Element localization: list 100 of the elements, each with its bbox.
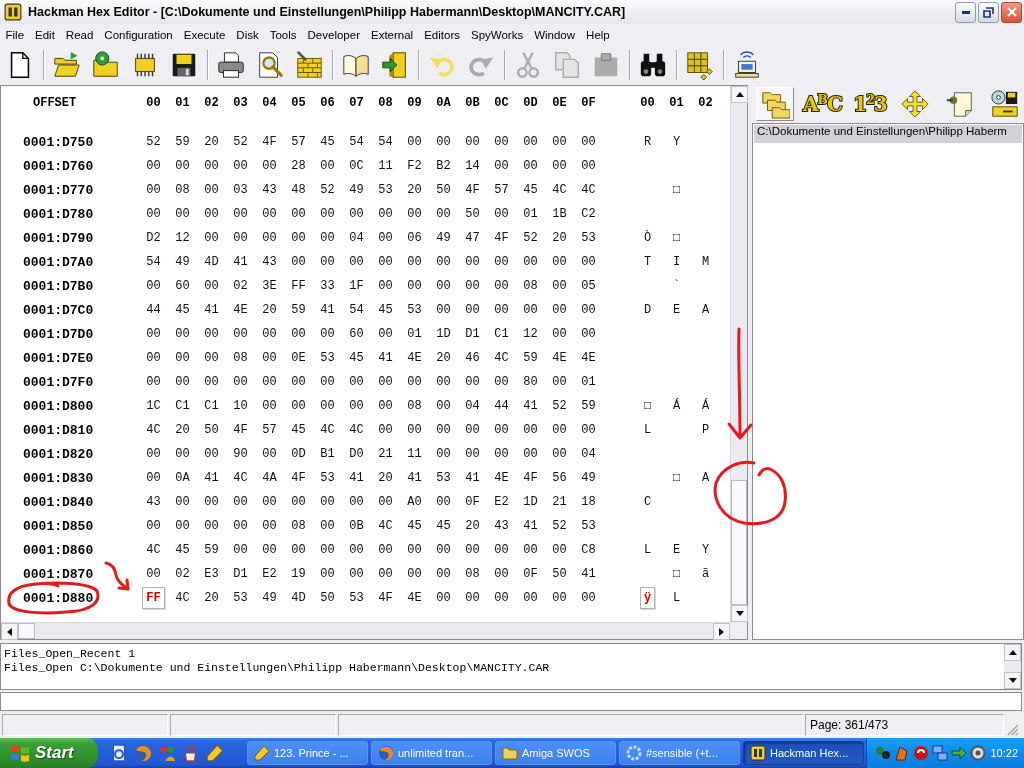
scroll-right-button[interactable] — [713, 623, 730, 640]
hex-value: 00 — [378, 207, 393, 221]
ascii-char: C — [643, 495, 652, 509]
scroll-up-button[interactable] — [731, 86, 748, 103]
start-button[interactable]: Start — [0, 738, 98, 768]
menu-item[interactable]: Help — [580, 24, 616, 45]
monitors-icon[interactable] — [932, 745, 948, 761]
disc-icon[interactable] — [913, 745, 929, 761]
hex-value: 00 — [320, 255, 335, 269]
scroll-down-button[interactable] — [731, 605, 748, 622]
hex-value: 00 — [552, 375, 567, 389]
row-offset: 0001:D880 — [23, 590, 94, 606]
pencil-icon[interactable] — [206, 744, 224, 762]
row-offset: 0001:D770 — [23, 182, 94, 198]
minimize-button[interactable] — [955, 1, 976, 23]
hex-value: 4F — [262, 135, 277, 149]
hex-value: 45 — [407, 519, 422, 533]
hex-value: 00 — [349, 495, 364, 509]
taskbar-button[interactable]: 123. Prince - ... — [247, 741, 368, 765]
hex-value: 90 — [233, 447, 248, 461]
menu-item[interactable]: Disk — [230, 24, 265, 45]
restore-button[interactable] — [978, 1, 999, 23]
globe-icon[interactable] — [134, 744, 152, 762]
status-panel: Page: 361/473 — [805, 714, 1004, 736]
hex-value: 20 — [465, 519, 480, 533]
annotation-arrow — [104, 561, 130, 591]
open-folder-icon[interactable] — [51, 50, 82, 80]
hex-value: 53 — [320, 351, 335, 365]
hex-value: C2 — [581, 207, 596, 221]
menu-item[interactable]: SpyWorks — [465, 24, 529, 45]
hex-value: 20 — [175, 423, 190, 437]
balls-icon[interactable] — [875, 745, 891, 761]
printer-icon[interactable] — [215, 50, 246, 80]
column-header: 0A — [436, 96, 451, 110]
menu-item[interactable]: Execute — [178, 24, 231, 45]
hex-value: 00 — [378, 327, 393, 341]
hex-value: 01 — [581, 375, 596, 389]
menu-item[interactable]: Window — [528, 24, 581, 45]
hex-value: 06 — [407, 231, 422, 245]
hex-value: FF — [142, 587, 165, 609]
hex-value: 00 — [581, 135, 596, 149]
close-button[interactable] — [1001, 1, 1022, 23]
hex-value: 53 — [581, 231, 596, 245]
hex-value: 00 — [436, 399, 451, 413]
hex-value: E3 — [204, 567, 219, 581]
hex-value: 00 — [320, 399, 335, 413]
hex-value: 00 — [436, 447, 451, 461]
menu-item[interactable]: Editors — [418, 24, 466, 45]
hex-value: 00 — [146, 375, 161, 389]
column-header: 0D — [523, 96, 538, 110]
command-field[interactable] — [0, 692, 1022, 711]
ascii-char: □ — [643, 399, 652, 413]
hex-value: 41 — [204, 303, 219, 317]
scroll-up-button[interactable] — [1004, 644, 1021, 661]
menu-item[interactable]: Edit — [29, 24, 61, 45]
hex-value: 00 — [262, 207, 277, 221]
hex-value: 00 — [262, 159, 277, 173]
vertical-scrollbar[interactable] — [1004, 644, 1021, 689]
folder-disc-icon[interactable] — [90, 50, 121, 80]
four-arrows-icon — [899, 89, 930, 119]
hex-value: 00 — [262, 519, 277, 533]
file-list-item[interactable]: C:\Dokumente und Einstellungen\Philipp Haberm — [754, 125, 1022, 143]
scroll-down-button[interactable] — [1004, 672, 1021, 689]
document-icon[interactable] — [110, 744, 128, 762]
menu-item[interactable]: Read — [60, 24, 99, 45]
horizontal-scrollbar[interactable] — [1, 622, 730, 639]
cube-grid-icon[interactable] — [684, 50, 715, 80]
arrow-icon[interactable] — [951, 745, 967, 761]
restore-icon — [983, 6, 994, 18]
scrollbar-thumb[interactable] — [731, 480, 747, 605]
taskbar-button[interactable]: unlimited tran... — [371, 741, 492, 765]
menu-item[interactable]: Developer — [302, 24, 366, 45]
taskbar-button[interactable]: Hackman Hex... — [743, 741, 864, 765]
vertical-scrollbar[interactable] — [730, 86, 747, 622]
people-icon[interactable] — [158, 744, 176, 762]
hex-value: 08 — [407, 399, 422, 413]
stacked-folders-button[interactable] — [756, 87, 794, 121]
globe-icon — [378, 745, 394, 761]
hex-value: 4E — [233, 303, 248, 317]
hex-value: 4F — [291, 471, 306, 485]
scroll-left-button[interactable] — [1, 623, 18, 640]
hex-value: 45 — [175, 303, 190, 317]
ascii-char: Y — [672, 135, 681, 149]
scrollbar-thumb[interactable] — [18, 623, 35, 639]
menu-item[interactable]: Configuration — [98, 24, 179, 45]
menu-item[interactable]: External — [365, 24, 419, 45]
hex-value: 44 — [494, 399, 509, 413]
column-header: 07 — [349, 96, 364, 110]
ring-icon[interactable] — [970, 745, 986, 761]
hex-value: 41 — [581, 567, 596, 581]
menu-item[interactable]: Tools — [264, 24, 303, 45]
figure-icon[interactable] — [894, 745, 910, 761]
hex-value: 41 — [407, 471, 422, 485]
hex-value: 00 — [436, 135, 451, 149]
resize-grip-icon[interactable] — [1007, 724, 1019, 736]
hex-value: 4D — [204, 255, 219, 269]
hex-value: 41 — [465, 471, 480, 485]
hex-value: 53 — [436, 471, 451, 485]
menu-item[interactable]: File — [0, 24, 30, 45]
hex-value: C1 — [204, 399, 219, 413]
